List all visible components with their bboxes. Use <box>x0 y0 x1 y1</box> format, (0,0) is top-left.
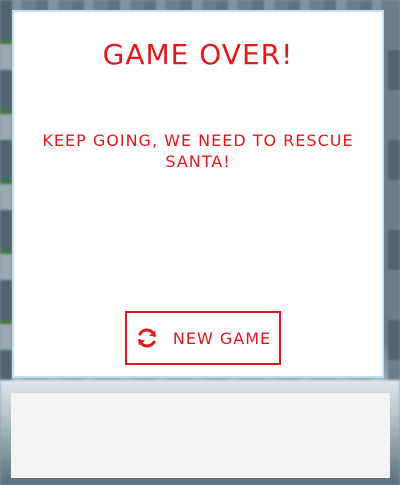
game-over-dialog: GAME OVER! KEEP GOING, WE NEED TO RESCUE… <box>12 10 384 378</box>
new-game-button[interactable]: NEW GAME <box>125 311 281 365</box>
bottom-panel <box>11 393 390 478</box>
dialog-title: GAME OVER! <box>102 38 294 71</box>
new-game-button-label: NEW GAME <box>172 328 272 348</box>
dialog-message: KEEP GOING, WE NEED TO RESCUE SANTA! <box>42 131 354 171</box>
refresh-icon <box>135 326 159 350</box>
